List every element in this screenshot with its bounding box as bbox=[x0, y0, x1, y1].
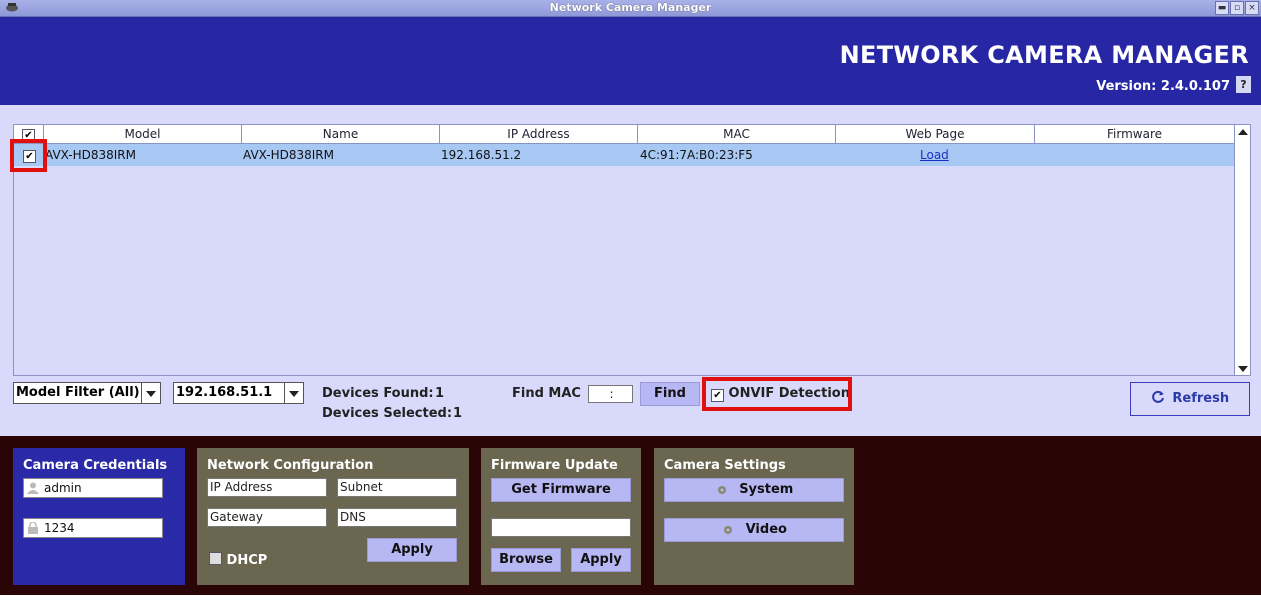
column-name[interactable]: Name bbox=[242, 125, 440, 143]
cell-mac: 4C:91:7A:B0:23:F5 bbox=[640, 148, 753, 162]
chevron-down-icon[interactable] bbox=[284, 383, 303, 403]
dhcp-label: DHCP bbox=[226, 553, 268, 568]
help-button[interactable]: ? bbox=[1236, 76, 1251, 93]
firmware-apply-button[interactable]: Apply bbox=[571, 548, 631, 572]
firmware-update-title: Firmware Update bbox=[491, 458, 618, 473]
chevron-down-icon[interactable] bbox=[141, 383, 160, 403]
table-scrollbar[interactable] bbox=[1234, 125, 1250, 375]
devices-selected-count: 1 bbox=[453, 406, 463, 421]
version-label: Version: 2.4.0.107 bbox=[1096, 79, 1230, 94]
column-firmware[interactable]: Firmware bbox=[1035, 125, 1234, 143]
camera-settings-card: Camera Settings System Video bbox=[654, 448, 854, 585]
subnet-input[interactable]: Subnet bbox=[337, 478, 457, 497]
network-configuration-title: Network Configuration bbox=[207, 458, 374, 473]
window-title: Network Camera Manager bbox=[549, 1, 712, 14]
table-header: ✔ Model Name IP Address MAC Web Page Fir… bbox=[14, 125, 1234, 144]
devices-selected-label: Devices Selected: bbox=[322, 406, 453, 421]
system-settings-button[interactable]: System bbox=[664, 478, 844, 502]
gateway-input[interactable]: Gateway bbox=[207, 508, 327, 527]
devices-found-label: Devices Found: bbox=[322, 386, 434, 401]
refresh-button[interactable]: Refresh bbox=[1130, 382, 1250, 416]
get-firmware-button[interactable]: Get Firmware bbox=[491, 478, 631, 502]
maximize-button[interactable]: ▫ bbox=[1230, 1, 1244, 15]
dns-input[interactable]: DNS bbox=[337, 508, 457, 527]
highlight-row-checkbox bbox=[10, 139, 47, 172]
scroll-up-icon[interactable] bbox=[1238, 129, 1248, 135]
refresh-label: Refresh bbox=[1172, 391, 1230, 406]
browse-button[interactable]: Browse bbox=[491, 548, 561, 572]
cell-web-page: Load bbox=[920, 144, 949, 166]
cell-ip: 192.168.51.2 bbox=[441, 148, 522, 162]
model-filter-select[interactable]: Model Filter (All) bbox=[13, 382, 161, 404]
highlight-onvif-detection bbox=[702, 377, 852, 411]
password-value: 1234 bbox=[44, 521, 75, 535]
device-panel: ✔ Model Name IP Address MAC Web Page Fir… bbox=[0, 105, 1261, 436]
network-configuration-card: Network Configuration IP Address Subnet … bbox=[197, 448, 469, 585]
ip-address-input[interactable]: IP Address bbox=[207, 478, 327, 497]
gear-icon bbox=[717, 485, 726, 494]
device-table: ✔ Model Name IP Address MAC Web Page Fir… bbox=[13, 124, 1251, 376]
column-web-page[interactable]: Web Page bbox=[836, 125, 1035, 143]
gear-icon bbox=[724, 525, 733, 534]
app-header: NETWORK CAMERA MANAGER Version: 2.4.0.10… bbox=[0, 17, 1261, 105]
minimize-button[interactable]: ▬ bbox=[1215, 1, 1229, 15]
scroll-down-icon[interactable] bbox=[1238, 366, 1248, 372]
password-field[interactable]: 1234 bbox=[23, 518, 163, 538]
devices-found-count: 1 bbox=[435, 386, 445, 401]
cell-name: AVX-HD838IRM bbox=[243, 148, 335, 162]
camera-credentials-title: Camera Credentials bbox=[23, 458, 168, 473]
network-value: 192.168.51.1 bbox=[176, 385, 273, 400]
user-icon bbox=[27, 482, 39, 494]
model-filter-value: Model Filter (All) bbox=[16, 385, 140, 400]
username-field[interactable]: admin bbox=[23, 478, 163, 498]
dhcp-checkbox[interactable] bbox=[209, 552, 222, 565]
firmware-update-card: Firmware Update Get Firmware Browse Appl… bbox=[481, 448, 641, 585]
firmware-file-input[interactable] bbox=[491, 518, 631, 537]
window-titlebar: Network Camera Manager ▬ ▫ × bbox=[0, 0, 1261, 17]
lock-icon bbox=[28, 522, 38, 534]
app-title: NETWORK CAMERA MANAGER bbox=[839, 41, 1249, 69]
refresh-icon bbox=[1152, 390, 1164, 403]
find-mac-input[interactable]: : bbox=[588, 385, 633, 403]
username-value: admin bbox=[44, 481, 82, 495]
network-select[interactable]: 192.168.51.1 bbox=[173, 382, 304, 404]
camera-credentials-card: Camera Credentials admin 1234 bbox=[13, 448, 185, 585]
cell-model: AVX-HD838IRM bbox=[45, 148, 137, 162]
network-apply-button[interactable]: Apply bbox=[367, 538, 457, 562]
video-settings-button[interactable]: Video bbox=[664, 518, 844, 542]
find-mac-label: Find MAC bbox=[512, 386, 581, 401]
camera-settings-title: Camera Settings bbox=[664, 458, 786, 473]
table-row[interactable]: ✔ AVX-HD838IRM AVX-HD838IRM 192.168.51.2… bbox=[14, 144, 1234, 166]
column-mac[interactable]: MAC bbox=[638, 125, 836, 143]
close-button[interactable]: × bbox=[1245, 1, 1259, 15]
system-settings-label: System bbox=[739, 482, 794, 497]
find-button[interactable]: Find bbox=[640, 382, 700, 406]
status-bar bbox=[0, 595, 1261, 601]
load-web-page-link[interactable]: Load bbox=[920, 148, 949, 162]
dhcp-option[interactable]: DHCP bbox=[209, 552, 267, 568]
column-model[interactable]: Model bbox=[44, 125, 242, 143]
column-ip-address[interactable]: IP Address bbox=[440, 125, 638, 143]
video-settings-label: Video bbox=[745, 522, 787, 537]
